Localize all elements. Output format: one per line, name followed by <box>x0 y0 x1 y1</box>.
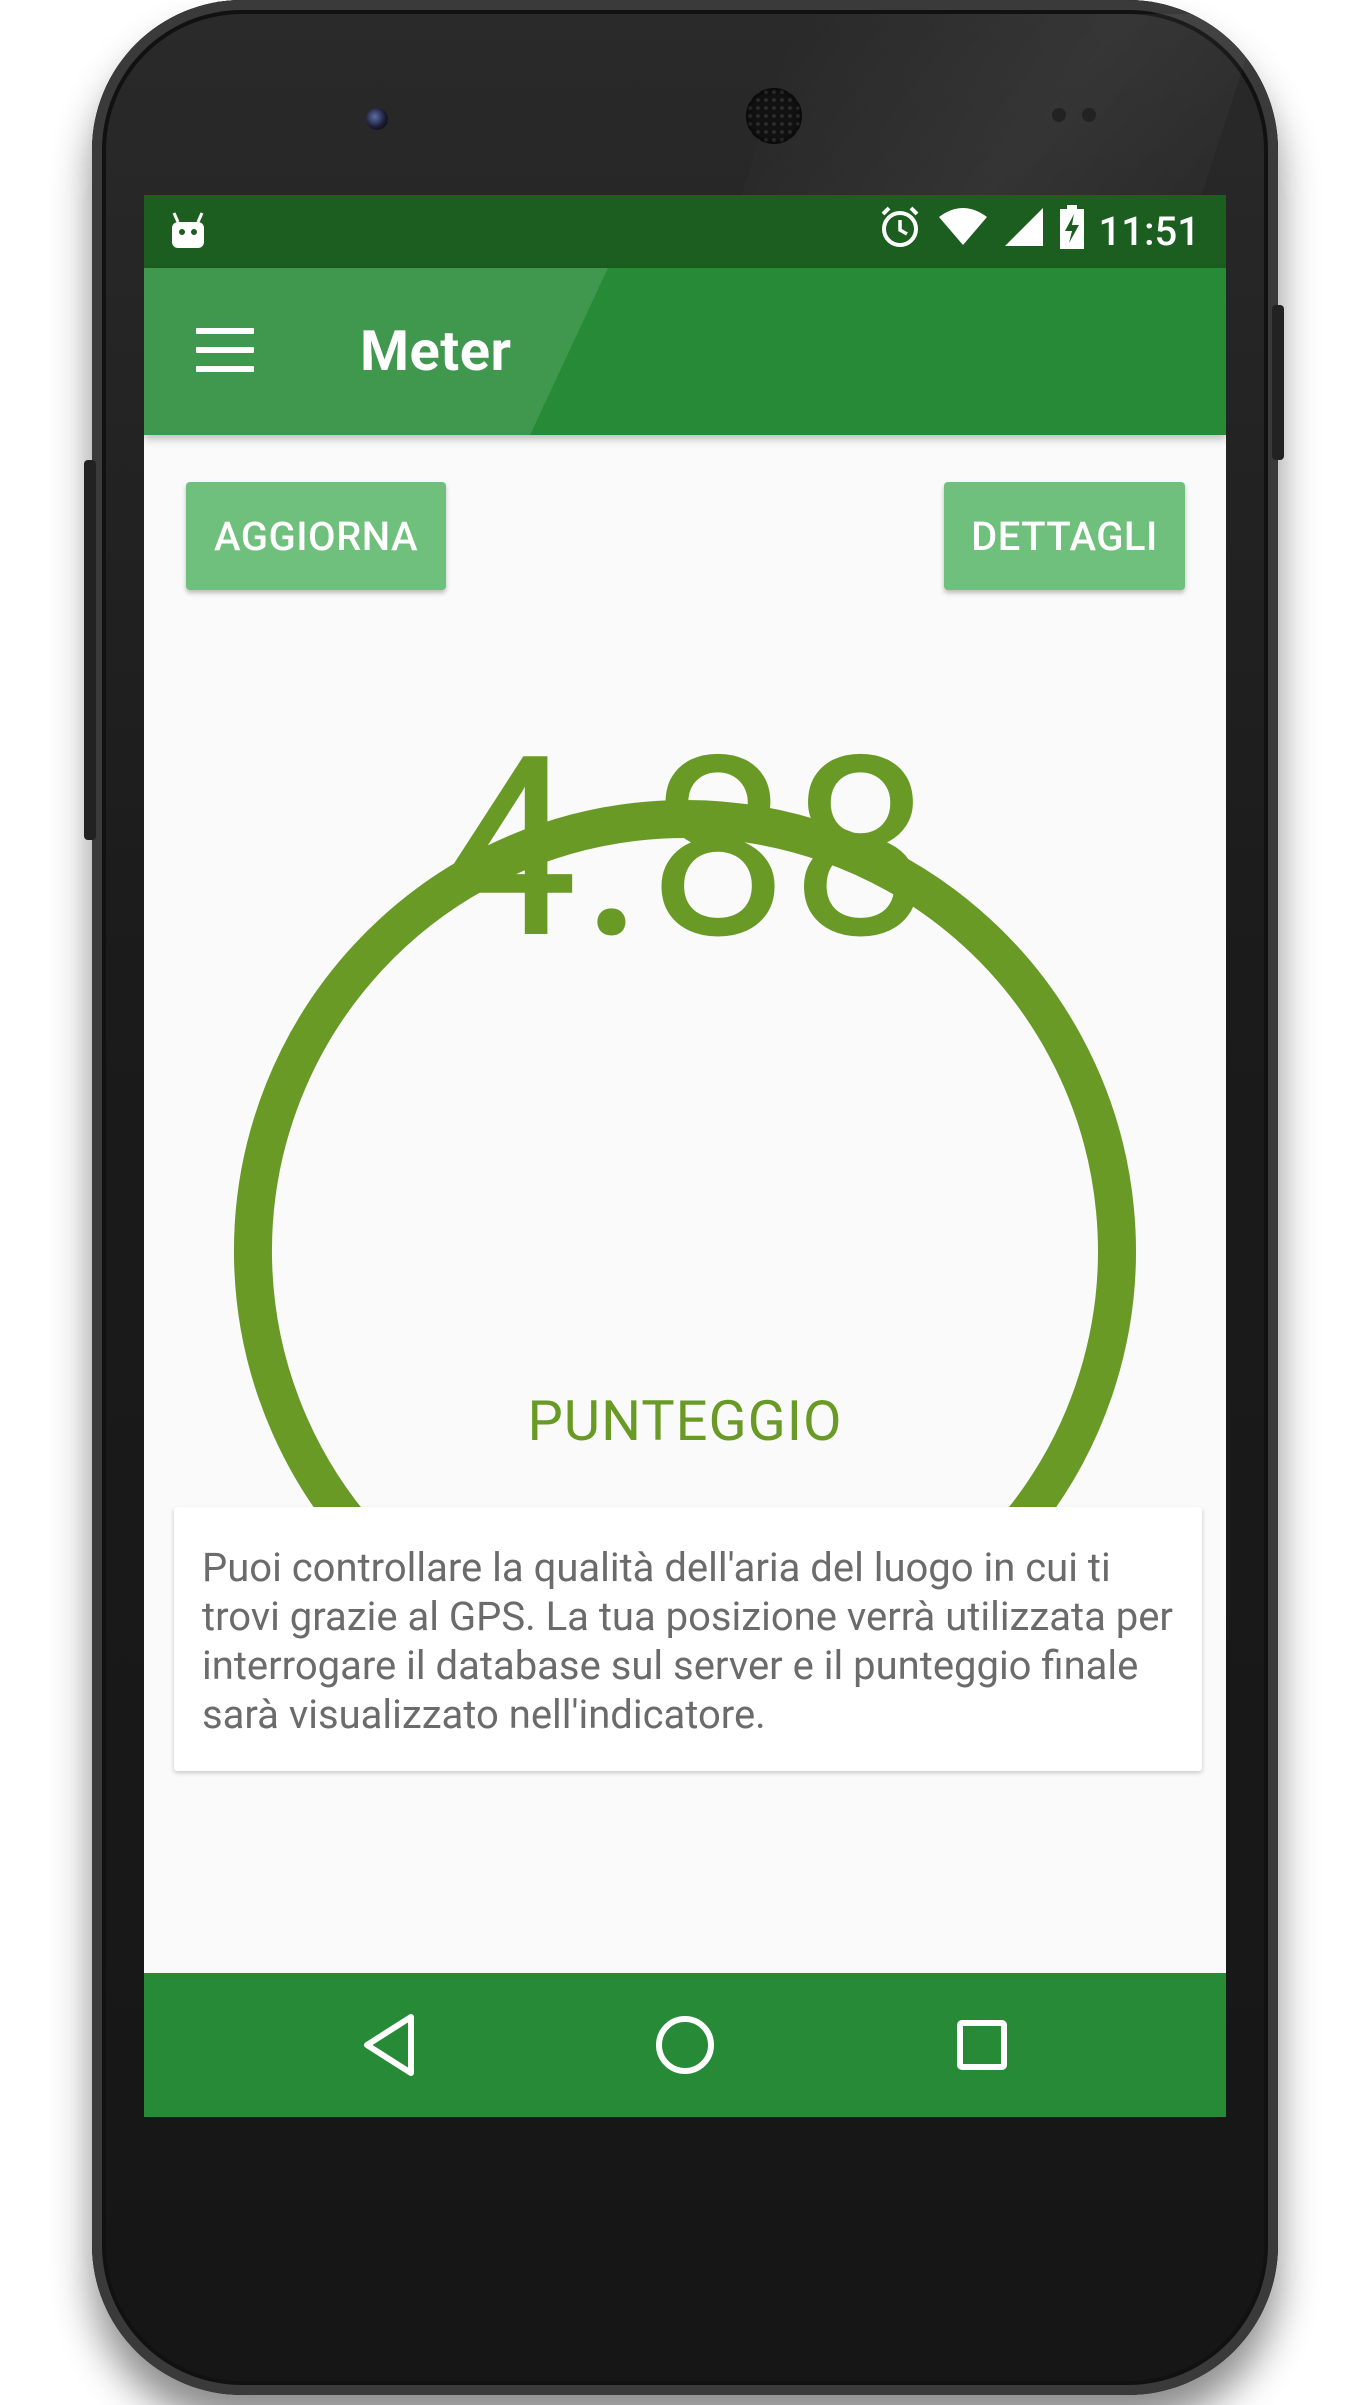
home-circle-icon[interactable] <box>649 2009 721 2081</box>
power-button <box>1272 305 1284 460</box>
app-bar-shine <box>144 268 1226 435</box>
navigation-bar <box>144 1973 1226 2117</box>
app-title: Meter <box>360 318 512 384</box>
light-sensor <box>1082 108 1096 122</box>
android-icon <box>170 210 206 254</box>
score-label: PUNTEGGIO <box>527 1388 843 1454</box>
volume-rocker <box>84 460 96 840</box>
proximity-sensor <box>1052 108 1066 122</box>
info-card-text: Puoi controllare la qualità dell'aria de… <box>202 1544 1173 1738</box>
earpiece-speaker <box>746 88 802 144</box>
front-camera <box>366 108 388 130</box>
info-card: Puoi controllare la qualità dell'aria de… <box>174 1507 1202 1771</box>
clock-text: 11:51 <box>1098 208 1200 255</box>
details-button[interactable]: DETTAGLI <box>944 482 1185 590</box>
back-triangle-icon[interactable] <box>355 2009 427 2081</box>
update-button[interactable]: AGGIORNA <box>186 482 446 590</box>
battery-icon <box>1059 204 1085 259</box>
score-value: 4.88 <box>437 703 933 996</box>
app-bar: Meter <box>144 268 1226 435</box>
signal-icon <box>1003 206 1045 258</box>
phone-screen: 11:51 Meter AGGIORNA DETTAGLI 4.88 PUNTE… <box>144 195 1226 2117</box>
recents-square-icon[interactable] <box>946 2009 1018 2081</box>
alarm-icon <box>877 204 923 260</box>
hamburger-menu-icon[interactable] <box>196 328 256 374</box>
status-bar: 11:51 <box>144 195 1226 268</box>
wifi-icon <box>937 207 989 257</box>
